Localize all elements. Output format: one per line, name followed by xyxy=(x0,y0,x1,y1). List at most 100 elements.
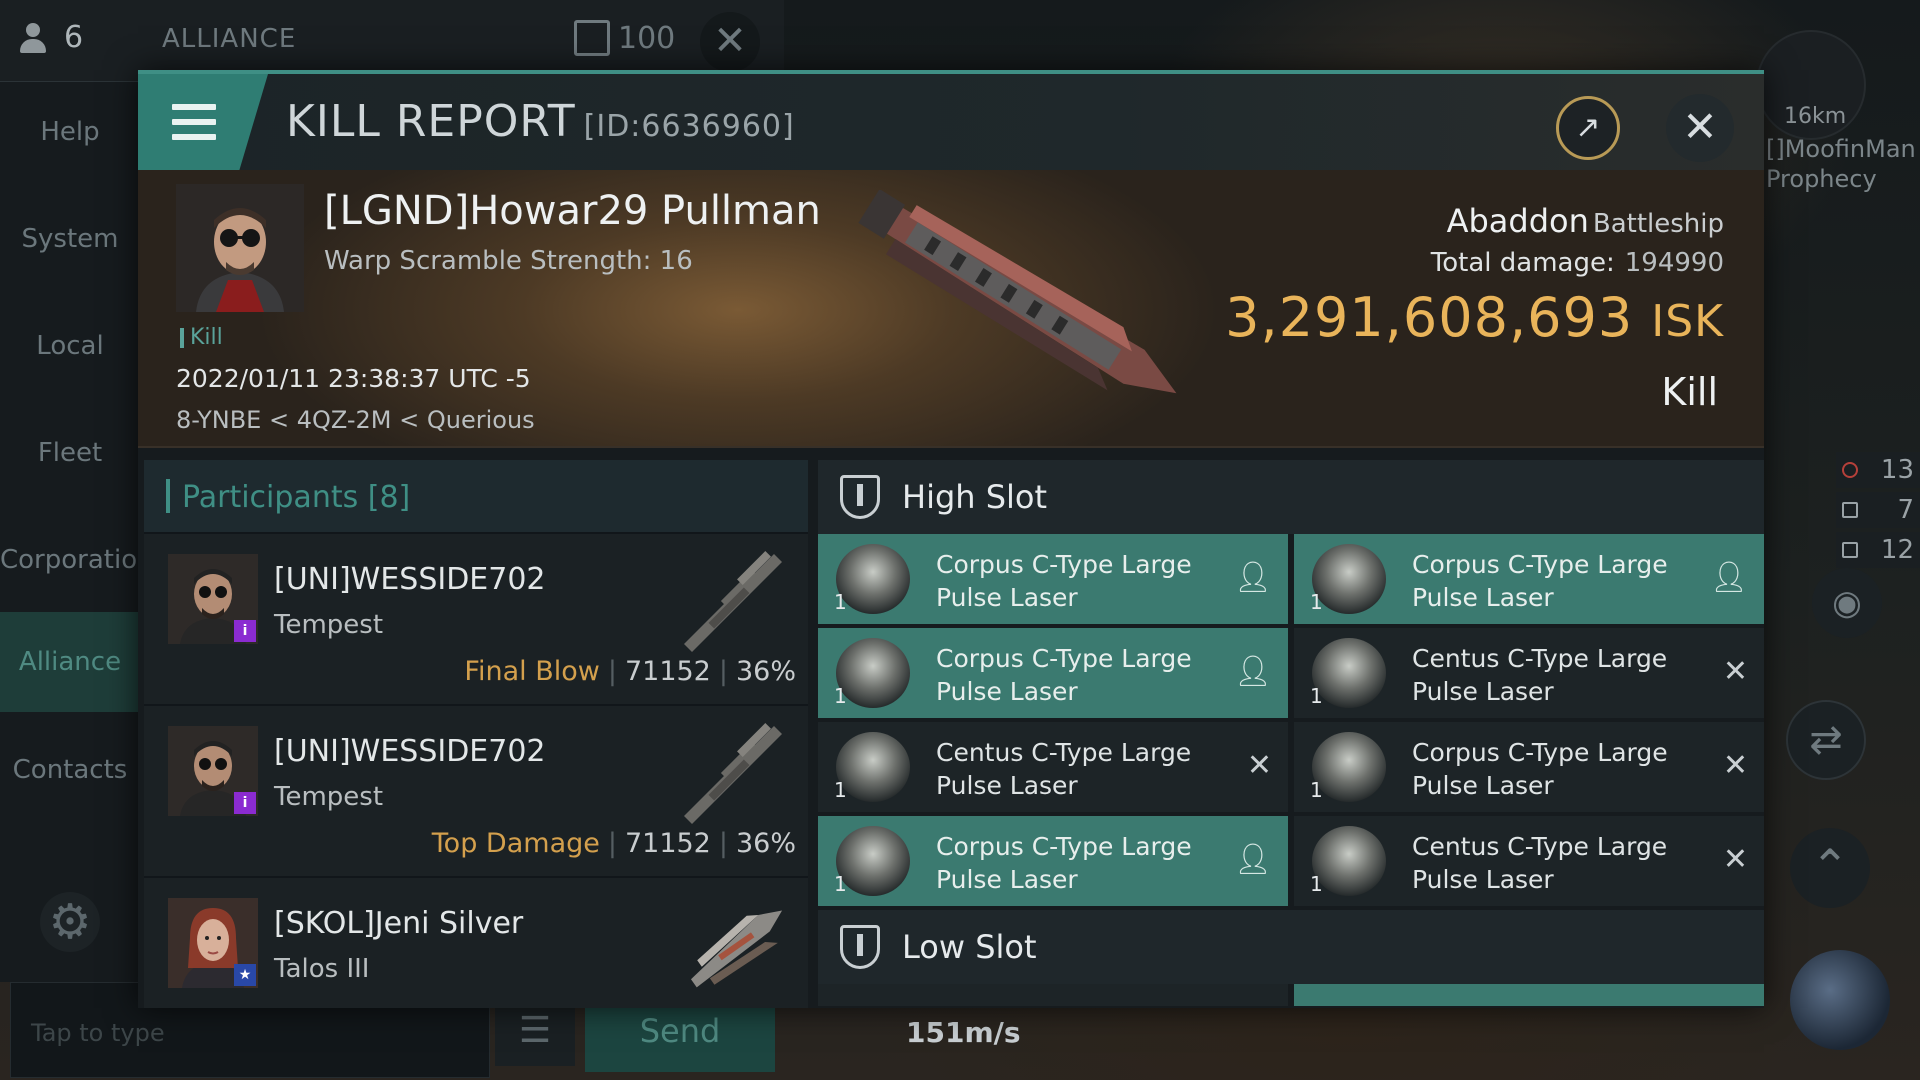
kill-tag: Kill xyxy=(180,327,223,349)
high-slot-module[interactable]: 1 Centus C-Type Large Pulse Laser ✕ xyxy=(1294,816,1764,906)
participant-ship: Tempest xyxy=(274,782,384,812)
laser-icon xyxy=(836,732,910,802)
high-slot-module[interactable]: 1 Corpus C-Type Large Pulse Laser 👤︎ xyxy=(818,816,1288,906)
laser-icon xyxy=(836,544,910,614)
cross-icon: ✕ xyxy=(1246,748,1272,783)
low-slot-module[interactable] xyxy=(1294,984,1764,1006)
nav-local[interactable]: Local xyxy=(0,296,140,396)
globe-icon[interactable] xyxy=(1790,950,1890,1050)
module-quantity: 1 xyxy=(834,778,847,802)
chat-close-button[interactable]: ✕ xyxy=(700,12,760,72)
person-icon: 👤︎ xyxy=(1233,560,1272,595)
module-name: Corpus C-Type Large Pulse Laser xyxy=(936,644,1192,706)
high-slot-module[interactable]: 1 Centus C-Type Large Pulse Laser ✕ xyxy=(1294,628,1764,718)
high-slot-module[interactable]: 1 Centus C-Type Large Pulse Laser ✕ xyxy=(818,722,1288,812)
laser-icon xyxy=(1312,638,1386,708)
hamburger-icon xyxy=(172,104,216,140)
participant-name: [UNI]WESSIDE702 xyxy=(274,562,546,597)
laser-icon xyxy=(1312,826,1386,896)
channel-icon xyxy=(574,20,610,56)
high-slot-module[interactable]: 1 Corpus C-Type Large Pulse Laser 👤︎ xyxy=(1294,534,1764,624)
kill-report-id[interactable]: [ID:6636960] xyxy=(584,109,795,144)
module-name: Centus C-Type Large Pulse Laser xyxy=(1412,832,1668,894)
menu-button[interactable] xyxy=(138,74,268,170)
target-name: []MoofinMan xyxy=(1766,135,1916,163)
share-icon[interactable]: ↗ xyxy=(1556,96,1620,160)
isk-value: 3,291,608,693 ISK xyxy=(1225,286,1724,349)
laser-icon xyxy=(1312,544,1386,614)
report-result: Kill xyxy=(1661,370,1718,414)
participant-row[interactable]: ★ [SKOL]Jeni Silver Talos III xyxy=(144,876,808,1008)
nav-help[interactable]: Help xyxy=(0,82,140,182)
nav-system[interactable]: System xyxy=(0,189,140,289)
ascend-icon[interactable]: ⌃ xyxy=(1790,828,1870,908)
participant-name: [SKOL]Jeni Silver xyxy=(274,906,524,941)
module-quantity: 1 xyxy=(834,872,847,896)
ship-type: Abaddon Battleship xyxy=(1446,202,1724,240)
nav-fleet[interactable]: Fleet xyxy=(0,403,140,503)
slot-shield-icon xyxy=(840,925,880,969)
nav-contacts[interactable]: Contacts xyxy=(0,720,140,820)
kill-location[interactable]: 8-YNBE < 4QZ-2M < Querious xyxy=(176,406,535,434)
person-icon: 👤︎ xyxy=(1233,842,1272,877)
gear-icon[interactable]: ⚙ xyxy=(40,892,100,952)
participant-ship-image xyxy=(674,888,794,998)
fitting-panel: High Slot 1 Corpus C-Type Large Pulse Lase… xyxy=(818,460,1764,1008)
module-name: Corpus C-Type Large Pulse Laser xyxy=(936,550,1192,612)
participant-ship-image xyxy=(674,716,794,826)
swap-icon[interactable]: ⇄ xyxy=(1786,700,1866,780)
hud-counters: 13 7 12 xyxy=(1836,452,1920,572)
module-quantity: 1 xyxy=(1310,684,1323,708)
chat-channel-nav: Help System Local Fleet Corporation Alli… xyxy=(0,82,154,982)
person-icon xyxy=(18,21,48,55)
module-quantity: 1 xyxy=(834,590,847,614)
high-slot-module[interactable]: 1 Corpus C-Type Large Pulse Laser 👤︎ xyxy=(818,628,1288,718)
laser-icon xyxy=(836,638,910,708)
participant-row[interactable]: i [UNI]WESSIDE702 Tempest Final Blow | 711… xyxy=(144,532,808,704)
member-count[interactable]: 6 xyxy=(18,20,83,55)
person-icon: 👤︎ xyxy=(1233,654,1272,689)
object-counter[interactable]: 12 xyxy=(1836,532,1920,568)
module-quantity: 1 xyxy=(1310,872,1323,896)
low-slot-module[interactable] xyxy=(818,984,1288,1006)
participants-header[interactable]: Participants [8] xyxy=(144,460,808,532)
module-name: Corpus C-Type Large Pulse Laser xyxy=(1412,550,1668,612)
cross-icon: ✕ xyxy=(1722,748,1748,783)
participant-ship: Tempest xyxy=(274,610,384,640)
laser-icon xyxy=(1312,732,1386,802)
participant-avatar: ★ xyxy=(168,898,258,988)
victim-ship-image[interactable] xyxy=(818,188,1238,430)
participant-name: [UNI]WESSIDE702 xyxy=(274,734,546,769)
victim-name[interactable]: [LGND]Howar29 Pullman xyxy=(324,188,821,234)
kill-report-header: KILL REPORT [ID:6636960] ↗ ✕ xyxy=(138,74,1764,170)
kill-report-dialog: KILL REPORT [ID:6636960] ↗ ✕ [LGND]Howar2… xyxy=(138,70,1764,1008)
speed-readout: 151m/s xyxy=(906,1016,1021,1049)
participant-row[interactable]: i [UNI]WESSIDE702 Tempest Top Damage | 711… xyxy=(144,704,808,876)
victim-scram-strength: Warp Scramble Strength: 16 xyxy=(324,246,693,276)
nav-corporation[interactable]: Corporation xyxy=(0,510,154,610)
target-label: []MoofinMan Prophecy xyxy=(1766,134,1916,194)
participants-list: Participants [8] i [UNI]WESSIDE702 Tempe… xyxy=(144,460,808,1008)
high-slot-module[interactable]: 1 Corpus C-Type Large Pulse Laser 👤︎ xyxy=(818,534,1288,624)
close-icon[interactable]: ✕ xyxy=(1666,94,1734,162)
module-quantity: 1 xyxy=(834,684,847,708)
module-quantity: 1 xyxy=(1310,590,1323,614)
hostile-counter[interactable]: 13 xyxy=(1836,452,1920,488)
eye-icon[interactable]: ◉ xyxy=(1812,568,1882,638)
faction-badge: ★ xyxy=(234,964,256,986)
kill-timestamp: 2022/01/11 23:38:37 UTC -5 xyxy=(176,364,531,393)
faction-badge: i xyxy=(234,620,256,642)
total-damage: Total damage: 194990 xyxy=(1430,248,1724,278)
high-slot-module[interactable]: 1 Corpus C-Type Large Pulse Laser ✕ xyxy=(1294,722,1764,812)
victim-avatar[interactable] xyxy=(176,184,304,312)
nav-alliance[interactable]: Alliance xyxy=(0,612,140,712)
module-name: Centus C-Type Large Pulse Laser xyxy=(936,738,1192,800)
person-icon: 👤︎ xyxy=(1709,560,1748,595)
channel-count: 100 xyxy=(574,20,675,56)
high-slot-header: High Slot xyxy=(818,460,1764,534)
module-name: Corpus C-Type Large Pulse Laser xyxy=(936,832,1192,894)
filter-counter[interactable]: 7 xyxy=(1836,492,1920,528)
low-slot-grid xyxy=(818,984,1764,1006)
participant-avatar: i xyxy=(168,726,258,816)
high-slot-grid: 1 Corpus C-Type Large Pulse Laser 👤︎ 1 Corpus… xyxy=(818,534,1764,906)
